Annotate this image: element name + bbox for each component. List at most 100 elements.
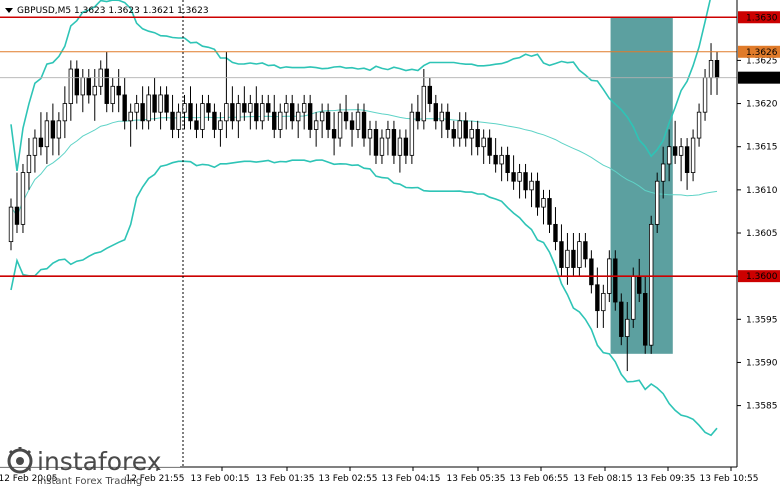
- x-tick-label: 13 Feb 09:35: [636, 474, 695, 484]
- candle-body: [140, 103, 145, 122]
- candle-body: [654, 180, 660, 225]
- candle-body: [242, 103, 247, 113]
- candle-body: [301, 103, 307, 113]
- candle-body: [62, 103, 68, 122]
- candle-body: [625, 318, 630, 337]
- candle-body: [38, 137, 44, 148]
- candle-body: [451, 129, 456, 139]
- candle-body: [50, 120, 56, 139]
- candle-body: [397, 137, 403, 156]
- candle-body: [44, 120, 50, 148]
- candle-body: [559, 241, 564, 268]
- candle-body: [319, 111, 325, 122]
- candle-body: [433, 103, 439, 122]
- candle-body: [206, 103, 211, 113]
- candle-body: [307, 103, 313, 130]
- candle-body: [86, 77, 91, 96]
- candle-body: [571, 249, 576, 268]
- candle-body: [20, 172, 26, 225]
- current-price-label: 1.3623: [746, 74, 778, 84]
- candle-body: [403, 137, 409, 156]
- candle-body: [601, 293, 606, 312]
- candle: [654, 172, 660, 233]
- candle-body: [373, 129, 379, 156]
- candle-body: [164, 94, 169, 113]
- y-tick-label: 1.3615: [746, 143, 778, 153]
- x-tick-label: 13 Feb 10:55: [699, 474, 758, 484]
- candle-body: [218, 120, 223, 130]
- x-tick-label: 13 Feb 06:55: [509, 474, 568, 484]
- candle-body: [337, 111, 343, 139]
- candle-body: [32, 137, 38, 156]
- candle-body: [511, 172, 516, 182]
- candle-body: [122, 94, 127, 122]
- candle-body: [92, 85, 97, 96]
- candle-body: [696, 111, 702, 139]
- candle-body: [278, 111, 283, 130]
- x-tick-label: 13 Feb 00:15: [190, 474, 249, 484]
- candle-body: [565, 249, 570, 268]
- candle-body: [379, 137, 385, 156]
- y-tick-label: 1.3610: [746, 186, 778, 196]
- candle-body: [649, 223, 654, 346]
- candle-body: [74, 68, 80, 96]
- x-tick-label: 13 Feb 04:15: [381, 474, 440, 484]
- candle-body: [421, 85, 427, 122]
- candle-body: [272, 111, 277, 130]
- candle-body: [236, 103, 241, 122]
- candle-body: [702, 77, 708, 113]
- candle-body: [248, 103, 253, 113]
- level-tag-label: 1.3600: [746, 272, 778, 282]
- candle-body: [535, 180, 540, 208]
- candle-body: [469, 129, 474, 139]
- y-tick-label: 1.3620: [746, 100, 778, 110]
- candle-body: [8, 206, 14, 243]
- candle-body: [367, 129, 373, 139]
- candle-body: [409, 111, 415, 156]
- y-tick-label: 1.3585: [746, 402, 778, 412]
- y-tick-label: 1.3605: [746, 229, 778, 239]
- candle-body: [577, 241, 582, 268]
- candle-body: [499, 154, 504, 165]
- candle-body: [146, 94, 151, 122]
- candle-body: [152, 94, 157, 113]
- candle-body: [595, 284, 600, 312]
- candle-body: [134, 103, 139, 113]
- candle-body: [266, 103, 271, 113]
- candle-body: [463, 120, 468, 139]
- y-tick-label: 1.3595: [746, 315, 778, 325]
- candle-body: [349, 120, 355, 130]
- candle: [649, 215, 654, 354]
- candle-body: [690, 137, 696, 173]
- candle: [613, 250, 618, 311]
- watermark-tagline: Instant Forex Trading: [37, 476, 142, 487]
- x-tick-label: 13 Feb 05:35: [446, 474, 505, 484]
- candle-body: [583, 241, 588, 260]
- level-tag-label: 1.3626: [746, 48, 778, 58]
- x-tick-label: 13 Feb 08:15: [573, 474, 632, 484]
- price-chart[interactable]: 1.3625 1.3620 1.3615 1.3610 1.3605 1.3600 1.35…: [0, 0, 781, 489]
- candle-body: [457, 120, 462, 139]
- candle-body: [666, 146, 672, 165]
- candle-body: [672, 146, 678, 156]
- candle-body: [26, 154, 32, 173]
- candle-body: [80, 77, 85, 96]
- candle-body: [529, 180, 534, 191]
- candle-body: [128, 111, 133, 122]
- candle-body: [445, 111, 450, 130]
- candle-body: [176, 111, 181, 130]
- candle-body: [295, 111, 301, 122]
- candle-body: [188, 103, 193, 122]
- candle-body: [643, 293, 648, 346]
- candle-body: [14, 206, 20, 225]
- candle-body: [158, 94, 163, 113]
- candle-body: [343, 111, 349, 122]
- candle-body: [260, 103, 265, 122]
- candle-body: [361, 111, 367, 139]
- candle-body: [224, 103, 229, 122]
- candle-body: [714, 60, 720, 79]
- candle-body: [110, 85, 115, 104]
- candle-body: [439, 111, 444, 122]
- candle-body: [481, 137, 486, 148]
- x-tick-label: 13 Feb 01:35: [255, 474, 314, 484]
